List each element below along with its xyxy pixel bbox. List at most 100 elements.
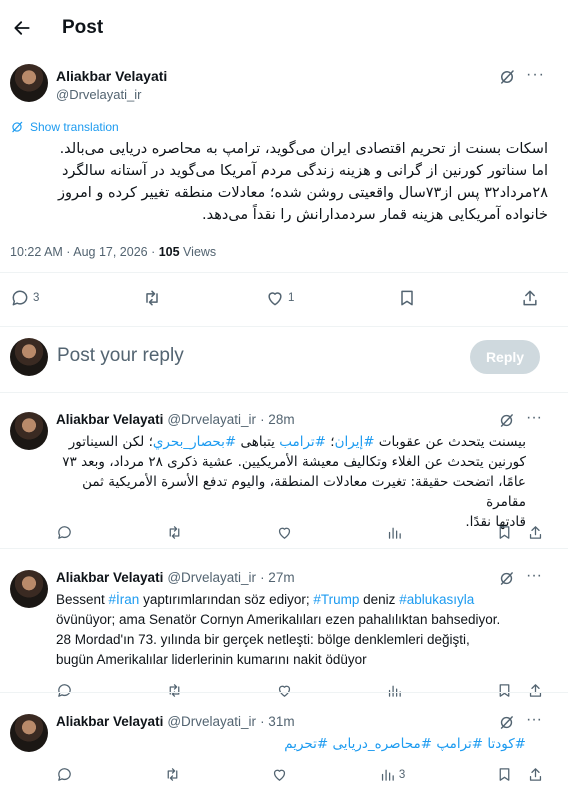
grok-icon[interactable] [498,68,516,86]
reply-text-line: Bessent #İran yaptırımlarından söz ediyo… [56,590,526,610]
avatar [10,338,48,376]
reply-icon [12,290,28,306]
bookmark-button[interactable] [496,682,513,699]
hashtag-link[interactable]: #ترامب [279,434,326,450]
back-arrow-icon[interactable] [8,14,36,42]
reply-actions [56,682,544,699]
hashtag-link[interactable]: #İran [109,592,140,607]
reply-header: Aliakbar Velayati @Drvelayati_ir · 27m [56,570,295,585]
reply-button[interactable] [56,524,73,541]
reply-submit-button[interactable]: Reply [470,340,540,374]
post-text-line: ۲۸مرداد۳۲ پس از۷۳سال واقعیتی روشن شده؛ م… [57,185,548,201]
author-handle[interactable]: @Drvelayati_ir [56,87,141,102]
reply-header: Aliakbar Velayati @Drvelayati_ir · 31m [56,714,295,729]
author-name[interactable]: Aliakbar Velayati [56,714,163,729]
show-translation-label[interactable]: Show translation [30,120,119,134]
avatar[interactable] [10,714,48,752]
more-icon[interactable]: ··· [526,409,542,427]
bookmark-share-group [496,682,544,699]
hashtag-link[interactable]: #محاصره_دریایی [333,736,433,752]
hashtag-link[interactable]: #ترامپ [436,736,483,752]
retweet-icon [146,290,158,306]
views-button[interactable] [386,682,403,699]
bookmark-button[interactable] [496,524,513,541]
reply-button[interactable]: 3 [10,288,39,308]
reply-actions [56,524,544,541]
hashtag-link[interactable]: #Trump [313,592,359,607]
retweet-button[interactable] [164,766,181,783]
post-timestamp[interactable]: 10:22 AM · Aug 17, 2026 · [10,245,159,259]
like-button[interactable] [271,766,288,783]
reply-time[interactable]: · 31m [260,714,295,729]
text-segment: ؛ [325,434,335,450]
more-icon[interactable]: ··· [526,567,542,585]
reply-header: Aliakbar Velayati @Drvelayati_ir · 28m [56,412,295,427]
reply-text-line: بيسنت يتحدث عن عقوبات #إيران؛ #ترامب يتب… [56,432,526,452]
divider [0,272,568,273]
share-button[interactable] [527,524,544,541]
reply-actions: 3 [56,766,544,783]
like-button[interactable]: 1 [265,288,294,308]
grok-icon[interactable] [498,412,515,429]
reply-text-line: عامًا، اتضحت حقيقة: تغيرت معادلات المنطق… [56,472,526,512]
text-segment: بيسنت يتحدث عن عقوبات [374,434,526,450]
share-button[interactable] [527,766,544,783]
like-icon [278,685,291,697]
reply-input[interactable]: Post your reply [57,345,184,367]
grok-icon[interactable] [498,570,515,587]
bookmark-share-group [496,524,544,541]
page-title: Post [62,17,104,38]
bookmark-icon [499,768,510,781]
like-button[interactable] [276,682,293,699]
views-button[interactable]: 3 [379,766,405,783]
views-button[interactable] [386,524,403,541]
avatar[interactable] [10,412,48,450]
hashtag-link[interactable]: #بحصار_بحري [153,434,236,450]
like-icon [268,292,282,306]
bookmark-button[interactable] [496,766,513,783]
hashtag-link[interactable]: #إيران [335,434,375,450]
reply-time[interactable]: · 28m [260,412,295,427]
share-button[interactable] [520,288,540,308]
reply-text-line: #کودتا #ترامپ #محاصره_دریایی #تحریم [56,734,526,754]
text-segment: Bessent [56,592,109,607]
reply-text-line: كورنين يتحدث عن الغلاء وتكاليف معيشة الأ… [56,452,526,472]
avatar[interactable] [10,570,48,608]
views-icon [388,685,401,697]
show-translation-link[interactable]: Show translation [10,120,119,134]
reply-button[interactable] [56,766,73,783]
author-name[interactable]: Aliakbar Velayati [56,412,163,427]
text-segment: يتباهى [236,434,280,450]
retweet-button[interactable] [166,524,183,541]
share-button[interactable] [527,682,544,699]
reply-text-line: 28 Mordad'ın 73. yılında bir gerçek netl… [56,630,526,650]
retweet-button[interactable] [142,288,162,308]
retweet-icon [169,526,180,539]
hashtag-link[interactable]: #تحریم [284,736,328,752]
author-name[interactable]: Aliakbar Velayati [56,68,167,84]
avatar[interactable] [10,64,48,102]
retweet-icon [169,684,180,697]
like-button[interactable] [276,524,293,541]
views-icon [388,527,401,539]
hashtag-link[interactable]: #ablukasıyla [399,592,474,607]
reply-text: #کودتا #ترامپ #محاصره_دریایی #تحریم [56,734,526,754]
grok-icon[interactable] [498,714,515,731]
retweet-button[interactable] [166,682,183,699]
more-icon[interactable]: ··· [526,711,542,729]
hashtag-link[interactable]: #کودتا [487,736,526,752]
bookmark-icon [499,684,510,697]
more-icon[interactable]: ··· [526,66,545,84]
reply-text: بيسنت يتحدث عن عقوبات #إيران؛ #ترامب يتب… [56,432,526,532]
author-handle[interactable]: @Drvelayati_ir [167,714,256,729]
post-header: Post [0,0,568,60]
author-name[interactable]: Aliakbar Velayati [56,570,163,585]
text-segment: كورنين يتحدث عن الغلاء وتكاليف معيشة الأ… [62,454,526,470]
post-text-line: خانواده آمریکایی هزینه قمار سردمدارانش ر… [202,207,548,223]
post-text-line: اما سناتور کورنین از گرانی و هزینه زندگی… [61,163,548,179]
author-handle[interactable]: @Drvelayati_ir [167,412,256,427]
reply-button[interactable] [56,682,73,699]
reply-time[interactable]: · 27m [260,570,295,585]
bookmark-button[interactable] [397,288,417,308]
author-handle[interactable]: @Drvelayati_ir [167,570,256,585]
